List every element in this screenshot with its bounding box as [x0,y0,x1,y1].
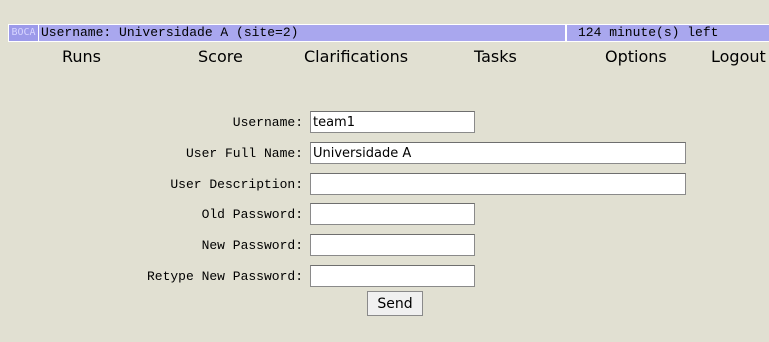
menu-runs[interactable]: Runs [62,47,101,67]
menu-tasks[interactable]: Tasks [474,47,517,67]
old-password-label: Old Password: [201,207,303,222]
old-password-field[interactable] [310,203,475,225]
fullname-label: User Full Name: [185,146,303,161]
menu-logout[interactable]: Logout [711,47,766,67]
description-field[interactable] [310,173,686,195]
boca-logo: BOCA [9,25,38,41]
menu-options[interactable]: Options [605,47,667,67]
new-password-field[interactable] [310,234,475,256]
retype-password-label: Retype New Password: [146,269,303,284]
description-label: User Description: [170,177,303,192]
retype-password-field[interactable] [310,265,475,287]
new-password-label: New Password: [201,238,303,253]
menu-clarifications[interactable]: Clarifications [304,47,408,67]
menu-score[interactable]: Score [198,47,243,67]
time-left-status: 124 minute(s) left [567,25,769,41]
fullname-field[interactable] [310,142,686,164]
username-field[interactable] [310,111,475,133]
username-label: Username: [232,115,303,130]
username-status: Username: Universidade A (site=2) [39,25,565,41]
send-button[interactable]: Send [367,291,423,316]
